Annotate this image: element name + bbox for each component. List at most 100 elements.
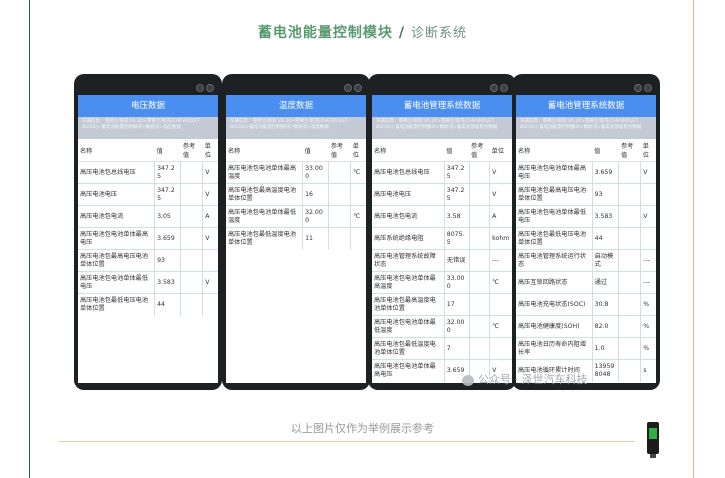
table-row[interactable]: 高压电池包电池单体最低电压 3.583 V: [516, 205, 656, 228]
vehicle-info-bar: 车辆信息：雪佛兰/别克 V1.20>雪佛兰/别克(CHEVROLET BUICK…: [226, 117, 366, 139]
param-unit: %: [640, 293, 656, 316]
param-reference: [328, 161, 351, 184]
table-row[interactable]: 高压系统绝缘电阻 8075. 5 kohm: [372, 227, 512, 250]
param-reference: [180, 205, 203, 228]
param-name: 高压电池包最低电压电池单体位置: [516, 227, 593, 250]
table-row[interactable]: 高压电池健康度(SOH) 82.0%: [516, 315, 656, 338]
phone-screen: 温度数据 车辆信息：雪佛兰/别克 V1.20>雪佛兰/别克(CHEVROLET B…: [226, 95, 366, 383]
table-row[interactable]: 高压电池包电池单体最低电压 3.583 V: [78, 271, 218, 294]
camera-icon: [490, 84, 498, 92]
table-row[interactable]: 高压电池包电池单体最高温度 33.00 0 ℃: [372, 271, 512, 294]
table-row[interactable]: 高压电池包电池单体最低温度 32.00 0 ℃: [226, 205, 366, 228]
table-row[interactable]: 高压电池包最高温度电池单体位置 16: [226, 183, 366, 206]
data-stream-table: 名称值参考值 单位 高压电池包电池单体最高电压 3.659 V 高压电池包最高电压电池单体…: [516, 139, 656, 382]
param-unit: [202, 293, 218, 316]
phone-notch: [372, 79, 512, 95]
param-reference: [180, 161, 203, 184]
data-stream-table: 名称值参考值 单位 高压电池包总线电压 347.2 5 V 高压电池电压 347.2 5V高…: [78, 139, 218, 316]
param-reference: [618, 205, 641, 228]
table-row[interactable]: 高压电池包总线电压 347.2 5 V: [78, 161, 218, 184]
param-value: 3.05: [154, 205, 181, 228]
param-name: 高压电池充电状态(SOC): [516, 293, 593, 316]
vehicle-info-bar: 车辆信息：雪佛兰/别克 V1.20>雪佛兰/别克(CHEVROLET BUICK…: [516, 117, 656, 139]
table-row[interactable]: 高压电池包电池单体最高电压 3.659 V: [78, 227, 218, 250]
param-name: 高压电池管理系统运行状态: [516, 249, 593, 272]
table-row[interactable]: 高压电池日历寿命内阻增长率 1.0%: [516, 337, 656, 360]
table-row[interactable]: 高压电池电压 347.2 5 V: [372, 183, 512, 206]
table-row[interactable]: 高压电池包最低温度电池单体位置 7: [372, 337, 512, 360]
table-row[interactable]: 高压电池包电池单体最低温度 32.00 0 ℃: [372, 315, 512, 338]
param-value: 13959 8048: [591, 359, 619, 382]
table-row[interactable]: 高压电池管理系统故障状态 无错误 ---: [372, 249, 512, 272]
param-unit: V: [640, 161, 656, 184]
param-reference: [468, 315, 490, 338]
phone-mockup: 蓄电池管理系统数据 车辆信息：雪佛兰/别克 V1.20>雪佛兰/别克(CHEVRO…: [512, 74, 660, 390]
column-header: 参考值: [618, 139, 641, 162]
param-value: 16: [302, 183, 329, 206]
table-row[interactable]: 高压电池包最低电压电池单体位置 44: [78, 293, 218, 316]
table-row[interactable]: 高压电池电压 347.2 5 V: [78, 183, 218, 206]
param-name: 高压电池包电池单体最高温度: [372, 271, 445, 294]
param-value: 1.0: [591, 337, 619, 360]
camera-icon: [206, 84, 214, 92]
table-row[interactable]: 高压电池管理系统运行状态 启动模式 ---: [516, 249, 656, 272]
table-row[interactable]: 高压电池充电状态(SOC) 30.8%: [516, 293, 656, 316]
table-row[interactable]: 高压电池包最低电压电池单体位置 44: [516, 227, 656, 250]
vehicle-info-bar: 车辆信息：雪佛兰/别克 V1.20>雪佛兰/别克(CHEVROLET BUICK…: [372, 117, 512, 139]
param-unit: ---: [640, 271, 656, 294]
column-header: 值: [592, 139, 619, 162]
table-row[interactable]: 高压互锁回路状态 通过 ---: [516, 271, 656, 294]
table-row[interactable]: 高压电池包电流 3.05 A: [78, 205, 218, 228]
page-title: 蓄电池能量控制模块 / 诊断系统: [0, 22, 725, 42]
table-row[interactable]: 高压电池包总线电压 347.2 5 V: [372, 161, 512, 184]
param-name: 高压互锁回路状态: [516, 271, 593, 294]
param-unit: V: [202, 271, 218, 294]
param-name: 高压电池包总线电压: [372, 161, 445, 184]
param-name: 高压系统绝缘电阻: [372, 227, 445, 250]
param-reference: [618, 161, 641, 184]
screen-title: 蓄电池管理系统数据: [372, 95, 512, 117]
camera-icon: [500, 84, 508, 92]
phone-screen: 蓄电池管理系统数据 车辆信息：雪佛兰/别克 V1.20>雪佛兰/别克(CHEVRO…: [516, 95, 656, 383]
camera-icon: [196, 84, 204, 92]
param-value: 3.659: [591, 161, 619, 184]
table-header-row: 名称值参考值 单位: [226, 139, 366, 162]
param-unit: %: [640, 337, 656, 360]
phone-screen: 电压数据 车辆信息：雪佛兰/别克 V1.20>雪佛兰/别克(CHEVROLET B…: [78, 95, 218, 383]
param-name: 高压电池包总线电压: [78, 161, 155, 184]
device-screen: [649, 428, 657, 439]
param-value: 32.00 0: [443, 315, 470, 338]
param-value: 3.583: [591, 205, 619, 228]
column-header: 名称: [372, 139, 445, 162]
param-name: 高压电池包最高温度电池单体位置: [372, 293, 445, 316]
param-name: 高压电池电压: [372, 183, 445, 206]
param-reference: [468, 161, 490, 184]
param-unit: %: [640, 315, 656, 338]
param-reference: [618, 183, 641, 206]
right-border-line: [693, 0, 694, 478]
param-reference: [468, 271, 490, 294]
table-row[interactable]: 高压电池包最低温度电池单体位置 11: [226, 227, 366, 250]
camera-icon: [354, 84, 362, 92]
table-row[interactable]: 高压电池包电池单体最高电压 3.659 V: [516, 161, 656, 184]
param-unit: s: [640, 359, 656, 382]
param-unit: ℃: [489, 271, 512, 294]
param-unit: [350, 183, 366, 206]
phone-mockup: 电压数据 车辆信息：雪佛兰/别克 V1.20>雪佛兰/别克(CHEVROLET B…: [74, 74, 222, 390]
table-row[interactable]: 高压电池包最高温度电池单体位置 17: [372, 293, 512, 316]
table-row[interactable]: 高压电池包电流 3.58 A: [372, 205, 512, 228]
param-value: 通过: [591, 271, 619, 294]
param-value: 3.583: [154, 271, 181, 294]
param-reference: [328, 227, 351, 250]
table-row[interactable]: 高压电池包最高电压电池单体位置 93: [516, 183, 656, 206]
param-value: 33.00 0: [443, 271, 470, 294]
param-name: 高压电池健康度(SOH): [516, 315, 593, 338]
table-row[interactable]: 高压电池包最高电压电池单体位置 93: [78, 249, 218, 272]
watermark: 公众号 · 泽世汽车科技: [462, 371, 588, 387]
param-value: 3.659: [154, 227, 181, 250]
param-reference: [468, 337, 490, 360]
param-name: 高压电池包最低温度电池单体位置: [372, 337, 445, 360]
table-row[interactable]: 高压电池包电池单体最高温度 33.00 0 ℃: [226, 161, 366, 184]
param-reference: [180, 271, 203, 294]
column-header: 单位: [202, 139, 218, 162]
